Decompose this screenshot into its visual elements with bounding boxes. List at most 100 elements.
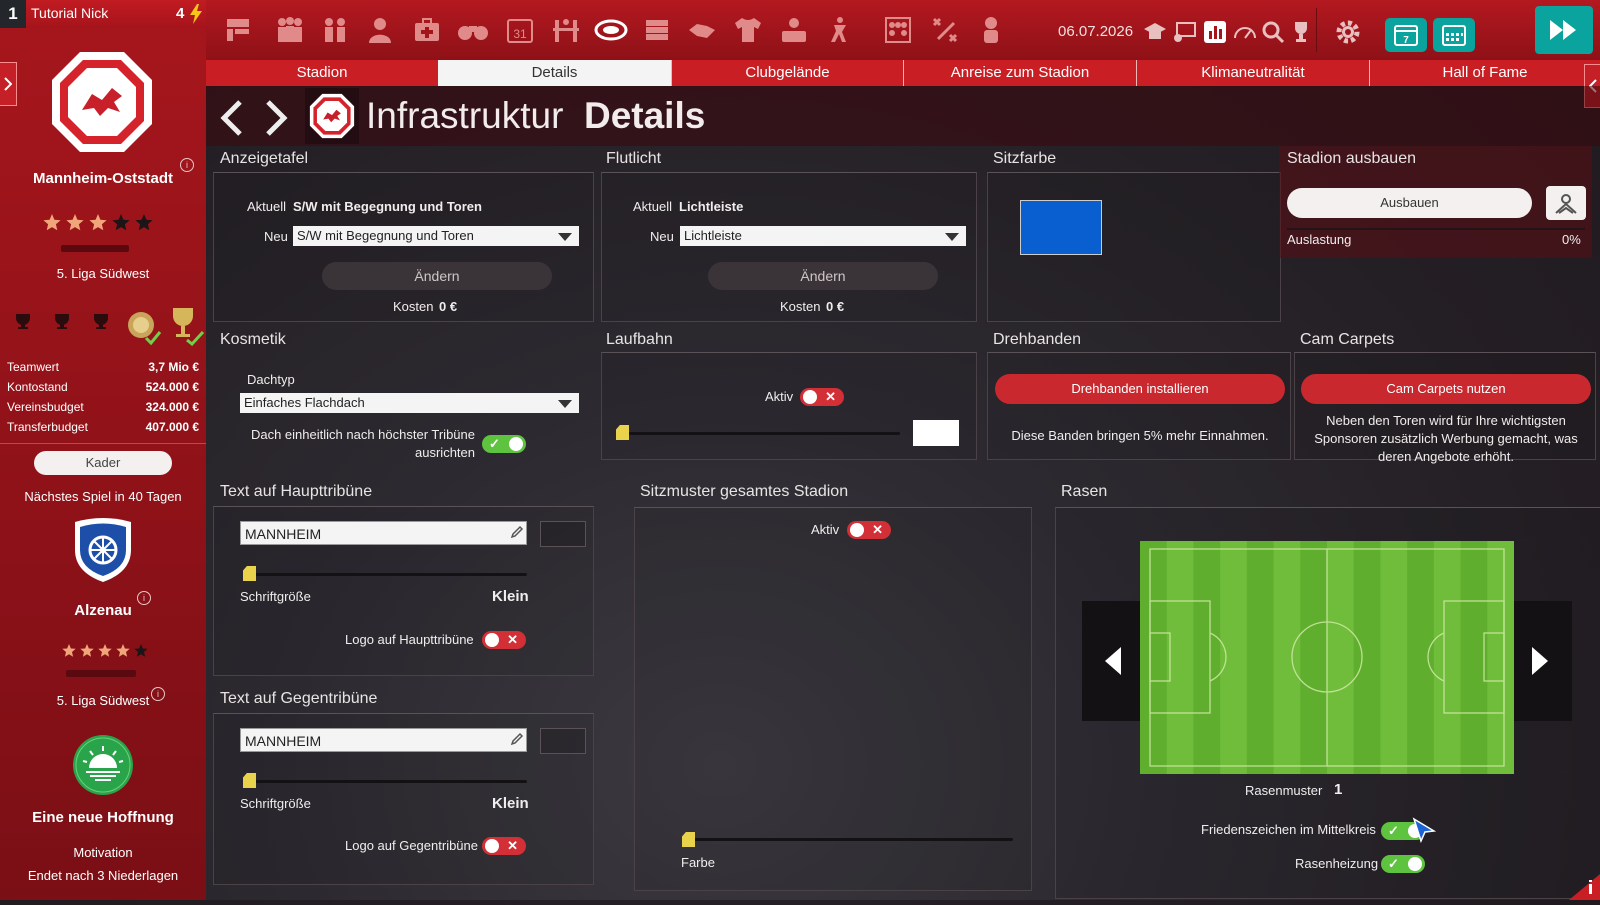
rating-star-icon [89, 214, 107, 231]
trophy-icon[interactable] [1284, 12, 1318, 52]
install-rotating-boards-button[interactable]: Drehbanden installieren [995, 374, 1285, 404]
shirt-icon[interactable] [731, 10, 765, 50]
tactics-board-icon[interactable] [221, 10, 255, 50]
pencil-icon[interactable] [510, 525, 524, 544]
main-stand-text-color[interactable] [540, 521, 586, 547]
scoreboard-select[interactable]: S/W mit Begegnung und Toren [293, 226, 579, 246]
section-title-kosmetik: Kosmetik [220, 331, 286, 348]
calendar-week-button[interactable]: 7 [1385, 18, 1427, 52]
pencil-icon[interactable] [510, 732, 524, 751]
board-icon[interactable] [777, 10, 811, 50]
opposite-stand-font-size-slider[interactable] [250, 780, 527, 783]
seat-color-swatch[interactable] [1020, 200, 1102, 255]
toggle-knob [485, 633, 499, 647]
font-size-label: Schriftgröße [240, 589, 311, 604]
tactics-icon[interactable] [928, 10, 962, 50]
opponent-league: 5. Liga Südwest [56, 693, 150, 708]
scouting-icon[interactable] [456, 10, 490, 50]
person-icon[interactable] [363, 10, 397, 50]
notification-icon[interactable] [1569, 874, 1600, 905]
utilization-label: Auslastung [1287, 232, 1352, 247]
training-icon[interactable] [549, 10, 583, 50]
sidebar-toggle-icon[interactable] [0, 62, 17, 106]
rating-star-icon [80, 644, 94, 657]
next-match-label: Nächstes Spiel in 40 Tagen [24, 489, 182, 504]
scoreboard-change-button[interactable]: Ändern [322, 262, 552, 290]
toggle-knob [850, 523, 864, 537]
graduation-icon[interactable] [1138, 12, 1172, 52]
cost-label: Kosten [393, 299, 434, 314]
squad-icon[interactable] [318, 10, 352, 50]
page-title-section: Infrastruktur [366, 95, 564, 136]
utilization-value: 0% [1562, 232, 1581, 247]
section-title-haupttribuene: Text auf Haupttribüne [220, 483, 373, 500]
club-crest[interactable] [50, 50, 154, 159]
tab-clubgelaende[interactable]: Clubgelände [672, 60, 904, 86]
rating-star-icon [112, 214, 130, 231]
expand-stadium-button[interactable]: Ausbauen [1287, 188, 1532, 218]
pitch-pattern-label: Rasenmuster [1245, 783, 1323, 798]
stat-transferbudget: Transferbudget 407.000 € [7, 420, 199, 440]
player-profile-icon[interactable] [974, 10, 1008, 50]
calendar-icon[interactable]: 31 [503, 10, 537, 50]
stadium-icon[interactable] [594, 10, 628, 50]
tab-klimaneutralitaet[interactable]: Klimaneutralität [1137, 60, 1370, 86]
opposite-stand-logo-toggle[interactable]: ✕ [482, 837, 526, 855]
tab-anreise[interactable]: Anreise zum Stadion [904, 60, 1137, 86]
main-stand-text-value: MANNHEIM [245, 526, 322, 542]
cost-label: Kosten [780, 299, 821, 314]
forward-arrow-icon[interactable] [262, 98, 290, 143]
youth-icon[interactable] [822, 10, 856, 50]
new-label: Neu [264, 229, 288, 244]
cam-carpets-button[interactable]: Cam Carpets nutzen [1301, 374, 1591, 404]
medical-icon[interactable] [410, 10, 444, 50]
tab-details[interactable]: Details [438, 60, 672, 86]
cam-carpets-description: Neben den Toren wird für Ihre wichtigste… [1314, 413, 1578, 464]
statistics-icon[interactable] [1198, 12, 1232, 52]
calendar-month-button[interactable] [1433, 18, 1475, 52]
right-arrow-icon[interactable] [1530, 645, 1550, 682]
stadium-builder-icon[interactable] [1546, 186, 1586, 220]
main-stand-logo-toggle[interactable]: ✕ [482, 631, 526, 649]
finances-icon[interactable] [640, 10, 674, 50]
tab-hall-of-fame[interactable]: Hall of Fame [1370, 60, 1600, 86]
chevron-down-icon [945, 233, 959, 241]
league-info-icon[interactable]: i [151, 687, 165, 701]
lineup-icon[interactable] [881, 10, 915, 50]
team-icon[interactable] [273, 10, 307, 50]
main-stand-font-size-slider[interactable] [250, 573, 527, 576]
track-color-slider[interactable] [620, 432, 900, 435]
left-arrow-icon[interactable] [1103, 645, 1123, 682]
presentation-icon[interactable] [1168, 12, 1202, 52]
roof-select[interactable]: Einfaches Flachdach [240, 393, 579, 413]
kader-button[interactable]: Kader [34, 451, 172, 475]
pitch-stripe [1353, 541, 1381, 774]
roof-align-toggle[interactable]: ✓ [482, 435, 526, 453]
cup-icon [169, 306, 205, 351]
seat-pattern-active-toggle[interactable]: ✕ [847, 521, 891, 539]
stat-label: Kontostand [7, 380, 68, 394]
stat-value: 3,7 Mio € [148, 360, 199, 374]
roof-align-label: Dach einheitlich nach höchster Tribüne a… [250, 427, 475, 460]
continue-button[interactable] [1535, 6, 1593, 54]
tab-stadion[interactable]: Stadion [206, 60, 439, 86]
slider-handle[interactable] [616, 425, 629, 440]
seat-pattern-color-slider[interactable] [686, 838, 1013, 841]
roof-select-value: Einfaches Flachdach [244, 395, 365, 410]
opposite-stand-text-input[interactable]: MANNHEIM [240, 728, 527, 752]
stat-value: 524.000 € [145, 380, 199, 394]
floodlight-select[interactable]: Lichtleiste [680, 226, 966, 246]
current-date: 06.07.2026 [1058, 23, 1134, 40]
floodlight-change-button[interactable]: Ändern [708, 262, 938, 290]
back-arrow-icon[interactable] [218, 98, 246, 143]
gear-icon[interactable] [1331, 12, 1365, 52]
pitch-heating-toggle[interactable]: ✓ [1381, 855, 1425, 873]
slider-handle[interactable] [682, 832, 695, 847]
pitch-stripe [1487, 541, 1515, 774]
sponsor-icon[interactable] [685, 10, 719, 50]
opposite-stand-text-color[interactable] [540, 728, 586, 754]
new-label: Neu [650, 229, 674, 244]
track-active-toggle[interactable]: ✕ [800, 388, 844, 406]
opponent-crest[interactable] [71, 518, 135, 589]
main-stand-text-input[interactable]: MANNHEIM [240, 521, 527, 545]
